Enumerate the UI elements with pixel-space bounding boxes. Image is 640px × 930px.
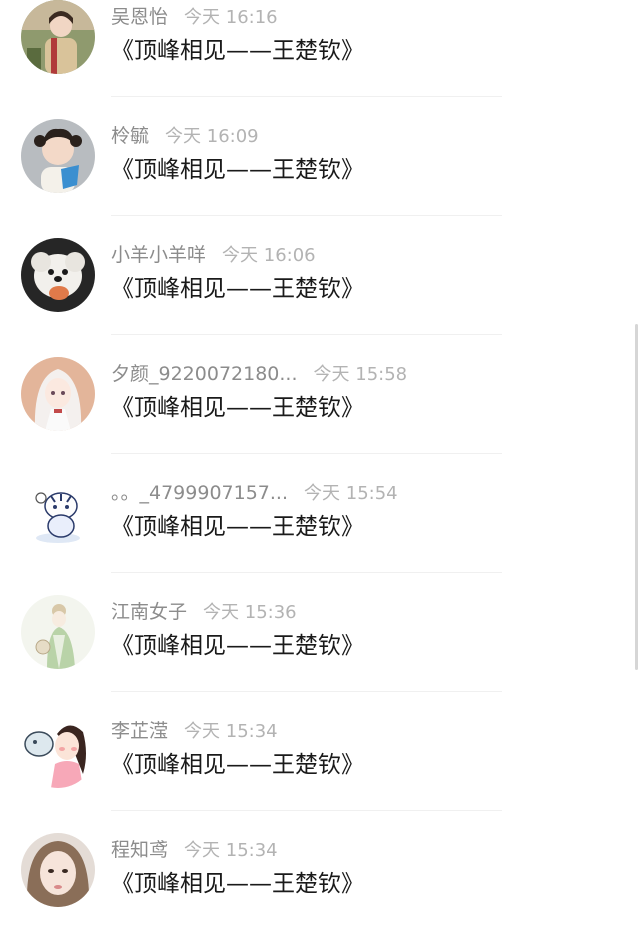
author-name[interactable]: 夕颜_9220072180... [111,363,298,385]
comment-author[interactable]: 小羊小羊咩 今天 16:06 [111,243,316,268]
comment-author[interactable]: 柃毓 今天 16:09 [111,124,259,149]
comment-time: 今天 15:36 [203,602,297,623]
author-name[interactable]: 柃毓 [111,125,149,147]
comment-author[interactable]: 程知鸢 今天 15:34 [111,838,278,863]
girl-portrait-avatar-icon[interactable] [21,833,95,907]
comment-time: 今天 15:34 [184,721,278,742]
comment-time: 今天 15:54 [304,483,398,504]
author-name[interactable]: 江南女子 [111,601,187,623]
cartoon-tiger-avatar-icon[interactable] [21,476,95,550]
author-name[interactable]: 。。_4799907157... [111,482,288,504]
comment-author[interactable]: 吴恩怡 今天 16:16 [111,5,278,30]
comment-item[interactable]: 柃毓 今天 16:09 《顶峰相见——王楚钦》 [0,97,640,216]
comment-list: 吴恩怡 今天 16:16 《顶峰相见——王楚钦》 柃毓 今天 16:09 《顶峰相见… [0,0,640,930]
comment-text: 《顶峰相见——王楚钦》 [111,752,364,778]
comment-text: 《顶峰相见——王楚钦》 [111,157,364,183]
comment-time: 今天 15:58 [313,364,408,385]
baby-photo-avatar-icon[interactable] [21,119,95,193]
comment-author[interactable]: 李芷滢 今天 15:34 [111,719,278,744]
comment-text: 《顶峰相见——王楚钦》 [111,395,364,421]
author-name[interactable]: 吴恩怡 [111,6,168,28]
white-dog-avatar-icon[interactable] [21,238,95,312]
comment-text: 《顶峰相见——王楚钦》 [111,38,364,64]
author-name[interactable]: 小羊小羊咩 [111,244,206,266]
comment-time: 今天 16:06 [222,245,316,266]
comment-text: 《顶峰相见——王楚钦》 [111,633,364,659]
comment-time: 今天 15:34 [184,840,278,861]
painted-lady-avatar-icon[interactable] [21,595,95,669]
comment-item[interactable]: 江南女子 今天 15:36 《顶峰相见——王楚钦》 [0,573,640,692]
comment-text: 《顶峰相见——王楚钦》 [111,871,364,897]
scrollbar[interactable] [635,324,638,670]
comment-time: 今天 16:16 [184,7,278,28]
comment-item[interactable]: 吴恩怡 今天 16:16 《顶峰相见——王楚钦》 [0,0,640,97]
comment-item[interactable]: 小羊小羊咩 今天 16:06 《顶峰相见——王楚钦》 [0,216,640,335]
cartoon-girl-fish-avatar-icon[interactable] [21,714,95,788]
author-name[interactable]: 李芷滢 [111,720,168,742]
comment-item[interactable]: 李芷滢 今天 15:34 《顶峰相见——王楚钦》 [0,692,640,811]
girl-photo-avatar-icon[interactable] [21,0,95,74]
comment-item[interactable]: 程知鸢 今天 15:34 《顶峰相见——王楚钦》 [0,811,640,930]
anime-girl-avatar-icon[interactable] [21,357,95,431]
comment-author[interactable]: 江南女子 今天 15:36 [111,600,297,625]
comment-text: 《顶峰相见——王楚钦》 [111,514,364,540]
comment-author[interactable]: 夕颜_9220072180... 今天 15:58 [111,362,407,387]
comment-item[interactable]: 夕颜_9220072180... 今天 15:58 《顶峰相见——王楚钦》 [0,335,640,454]
comment-time: 今天 16:09 [165,126,259,147]
author-name[interactable]: 程知鸢 [111,839,168,861]
comment-item[interactable]: 。。_4799907157... 今天 15:54 《顶峰相见——王楚钦》 [0,454,640,573]
comment-author[interactable]: 。。_4799907157... 今天 15:54 [111,481,398,506]
comment-text: 《顶峰相见——王楚钦》 [111,276,364,302]
